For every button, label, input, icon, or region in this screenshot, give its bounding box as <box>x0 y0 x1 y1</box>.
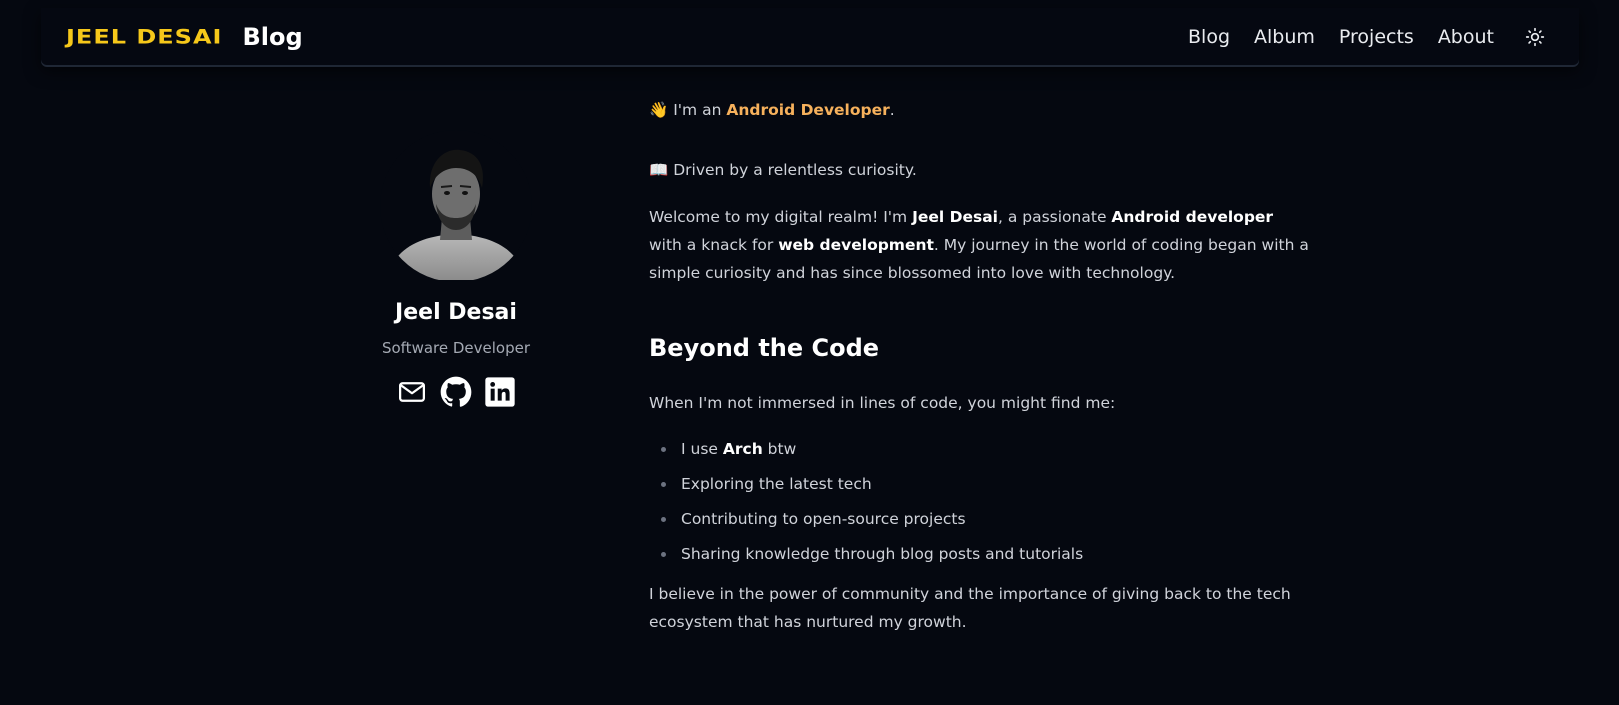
welcome-bold-name: Jeel Desai <box>912 208 998 226</box>
role-highlight: Android Developer <box>726 101 890 119</box>
theme-toggle-button[interactable] <box>1524 26 1546 48</box>
nav-link-album[interactable]: Album <box>1254 26 1315 48</box>
list-item: Exploring the latest tech <box>661 470 1309 498</box>
github-link[interactable] <box>439 375 473 409</box>
beyond-intro: When I'm not immersed in lines of code, … <box>649 394 1116 412</box>
avatar <box>380 130 532 282</box>
bullet-prefix: I use <box>681 440 723 458</box>
nav-links: Blog Album Projects About <box>1164 26 1554 48</box>
welcome-text-1: Welcome to my digital realm! I'm <box>649 208 913 226</box>
intro-suffix: . <box>889 101 895 119</box>
nav-link-projects[interactable]: Projects <box>1339 26 1414 48</box>
welcome-paragraph: Welcome to my digital realm! I'm Jeel De… <box>649 203 1309 287</box>
closing-paragraph: I believe in the power of community and … <box>649 585 1291 631</box>
about-content: 👋 I'm an Android Developer. 📖 Driven by … <box>649 96 1309 636</box>
profile-role: Software Developer <box>381 339 531 357</box>
bullet-suffix: btw <box>762 440 797 458</box>
nav-link-about[interactable]: About <box>1438 26 1494 48</box>
list-item: Sharing knowledge through blog posts and… <box>661 540 1309 568</box>
brand-logo[interactable]: JEEL DESAI <box>66 27 222 47</box>
mail-icon <box>399 382 425 402</box>
welcome-bold-web: web development <box>778 236 934 254</box>
list-item: I use Arch btw <box>661 435 1309 463</box>
hobby-list: I use Arch btw Exploring the latest tech… <box>649 435 1309 568</box>
welcome-text-2: , a passionate <box>997 208 1112 226</box>
intro-prefix: 👋 I'm an <box>649 101 727 119</box>
sun-icon <box>1525 27 1545 46</box>
curiosity-line: 📖 Driven by a relentless curiosity. <box>649 161 917 179</box>
profile-name: Jeel Desai <box>395 300 517 325</box>
site-section-title[interactable]: Blog <box>242 23 302 51</box>
nav-link-blog[interactable]: Blog <box>1188 26 1230 48</box>
profile-card: Jeel Desai Software Developer <box>370 130 542 409</box>
intro-line: 👋 I'm an Android Developer. <box>649 96 1309 124</box>
linkedin-icon <box>485 377 515 407</box>
social-links <box>370 375 542 409</box>
bullet-bold-arch: Arch <box>722 440 763 458</box>
top-navbar: JEEL DESAI Blog Blog Album Projects Abou… <box>41 8 1579 65</box>
section-heading: Beyond the Code <box>649 334 880 362</box>
welcome-text-3: with a knack for <box>649 236 779 254</box>
welcome-bold-android: Android developer <box>1111 208 1274 226</box>
linkedin-link[interactable] <box>483 375 517 409</box>
email-link[interactable] <box>395 375 429 409</box>
list-item: Contributing to open-source projects <box>661 505 1309 533</box>
github-icon <box>440 376 472 407</box>
